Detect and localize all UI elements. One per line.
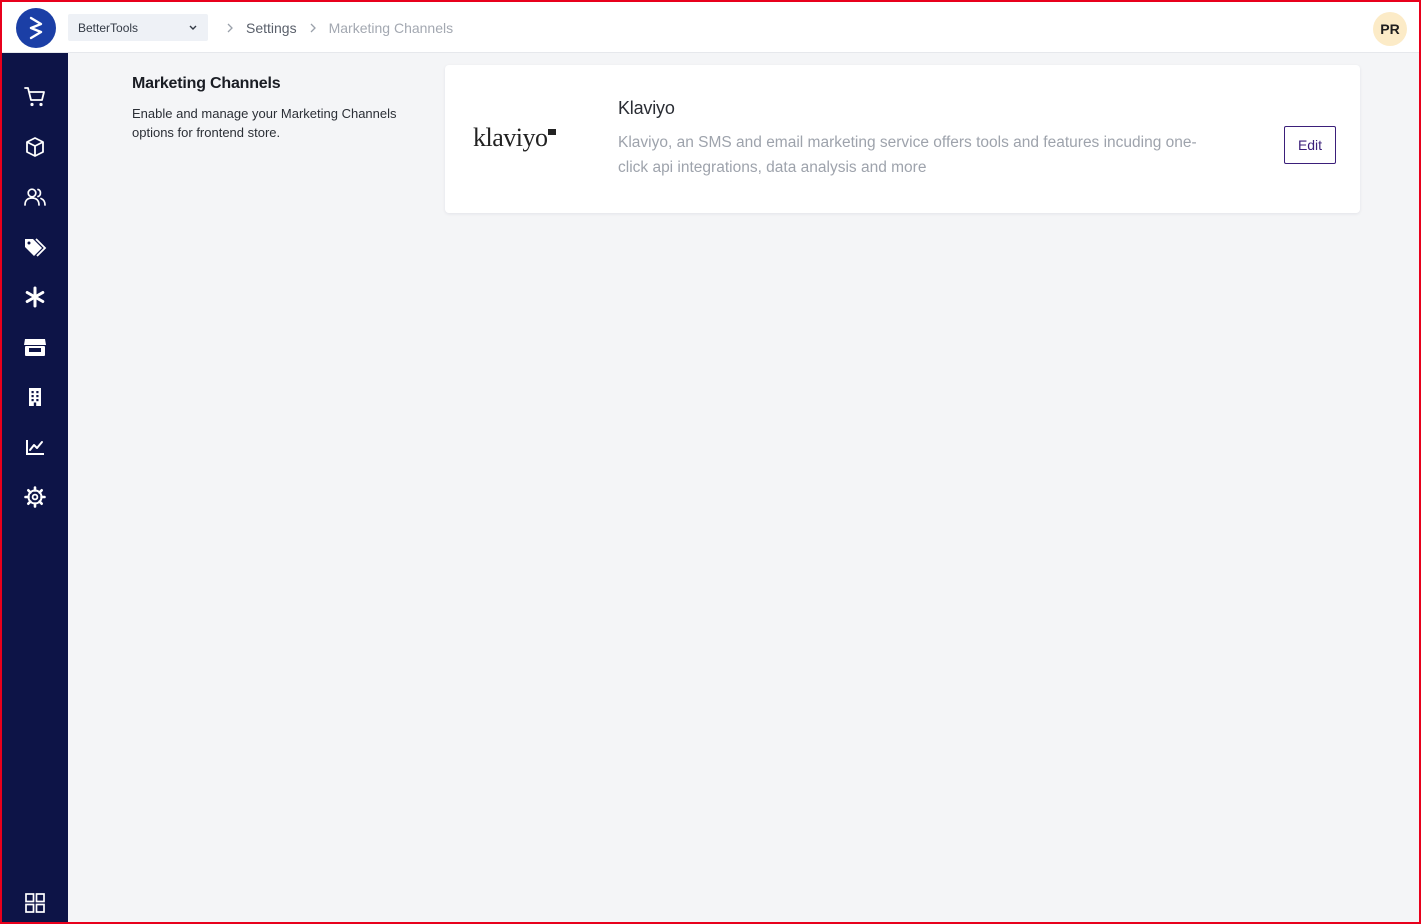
chevron-right-icon <box>226 22 234 34</box>
channel-title: Klaviyo <box>618 98 675 118</box>
app-logo[interactable] <box>16 8 56 48</box>
asterisk-icon <box>25 286 45 308</box>
channel-description: Klaviyo, an SMS and email marketing serv… <box>618 134 1197 176</box>
sidebar <box>2 53 68 922</box>
store-selector[interactable]: BetterTools <box>68 14 208 41</box>
chevron-down-icon <box>189 25 197 30</box>
page-description: Enable and manage your Marketing Channel… <box>132 106 397 140</box>
sidebar-item-organization[interactable] <box>2 377 68 417</box>
store-icon <box>24 339 46 356</box>
breadcrumb-current: Marketing Channels <box>328 20 454 36</box>
chevron-right-icon <box>309 22 317 34</box>
page-title: Marketing Channels <box>132 75 281 92</box>
sidebar-item-apps[interactable] <box>2 883 68 922</box>
box-icon <box>26 137 44 157</box>
building-icon <box>29 388 41 406</box>
sidebar-item-products[interactable] <box>2 127 68 167</box>
top-bar: BetterTools Settings Marketing Channels … <box>2 2 1419 53</box>
edit-button[interactable]: Edit <box>1284 126 1336 164</box>
store-selector-value: BetterTools <box>78 20 139 35</box>
sidebar-item-customers[interactable] <box>2 177 68 217</box>
gear-icon <box>24 486 46 508</box>
cart-icon <box>24 87 45 107</box>
users-icon <box>24 188 46 206</box>
sidebar-item-stores[interactable] <box>2 327 68 367</box>
logo-icon <box>29 16 43 40</box>
channel-card-klaviyo: klaviyo Klaviyo Klaviyo, an SMS and emai… <box>445 65 1360 213</box>
klaviyo-flag-icon <box>548 129 556 135</box>
klaviyo-logo: klaviyo <box>473 123 548 152</box>
grid-icon <box>25 893 45 913</box>
user-avatar[interactable]: PR <box>1373 12 1407 46</box>
sidebar-item-settings[interactable] <box>2 477 68 517</box>
breadcrumb: Settings Marketing Channels <box>226 18 453 38</box>
breadcrumb-settings[interactable]: Settings <box>246 20 297 36</box>
sidebar-item-discounts[interactable] <box>2 227 68 267</box>
sidebar-item-attributes[interactable] <box>2 277 68 317</box>
app-window: BetterTools Settings Marketing Channels … <box>0 0 1421 924</box>
chart-line-icon <box>26 440 44 455</box>
sidebar-item-analytics[interactable] <box>2 427 68 467</box>
tags-icon <box>25 238 47 257</box>
sidebar-item-orders[interactable] <box>2 77 68 117</box>
